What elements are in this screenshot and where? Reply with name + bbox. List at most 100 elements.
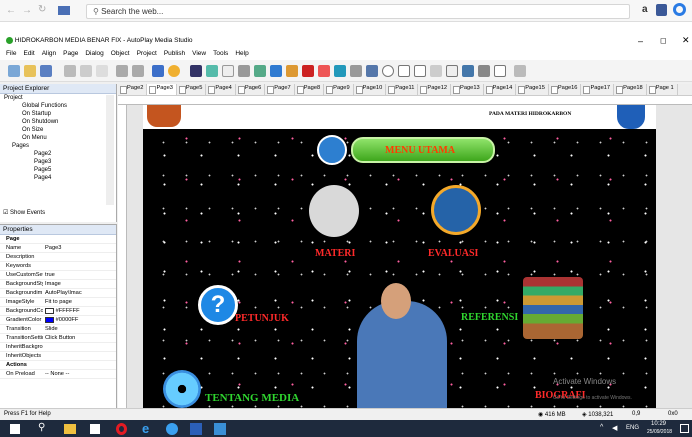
pen-icon[interactable] [514, 65, 526, 77]
prop-value[interactable] [43, 343, 116, 351]
prop-row[interactable]: ImageStyle Fit to page [0, 298, 116, 307]
video-icon[interactable] [286, 65, 298, 77]
tab-page7[interactable]: Page7 [265, 84, 295, 95]
facebook-icon[interactable] [656, 4, 667, 16]
tree-item-on-shutdown[interactable]: On Shutdown [4, 118, 116, 126]
new-icon[interactable] [8, 65, 20, 77]
tab-page4[interactable]: Page4 [206, 84, 236, 95]
menu-dialog[interactable]: Dialog [85, 50, 103, 57]
paragraph-icon[interactable] [238, 65, 250, 77]
grid-icon[interactable] [446, 65, 458, 77]
cut-icon[interactable] [64, 65, 76, 77]
tree-icon[interactable] [430, 65, 442, 77]
prop-value[interactable]: true [43, 271, 116, 279]
checkbox-icon[interactable] [366, 65, 378, 77]
clock-date[interactable]: 25/09/2018 [647, 429, 672, 435]
referensi-label[interactable]: REFERENSI [461, 312, 518, 323]
tree-item-on-size[interactable]: On Size [4, 126, 116, 134]
tab-page11[interactable]: Page11 [386, 84, 419, 95]
tab-page5[interactable]: Page5 [177, 84, 207, 95]
tree-item-project[interactable]: Project [4, 94, 116, 102]
word-icon[interactable] [190, 423, 202, 435]
tab-page14[interactable]: Page14 [484, 84, 517, 95]
store-icon[interactable] [90, 424, 100, 434]
prop-row[interactable]: Backgroundim AutoPlay\Imac [0, 289, 116, 298]
tab-page18[interactable]: Page18 [614, 84, 647, 95]
explorer-scrollbar[interactable] [106, 95, 114, 205]
prop-row[interactable]: BackgroundStyl Image [0, 280, 116, 289]
clock-time[interactable]: 10:29 [651, 421, 666, 427]
pdf-icon[interactable] [302, 65, 314, 77]
opera-icon[interactable] [673, 3, 686, 16]
menu-utama-button[interactable]: MENU UTAMA [351, 137, 495, 163]
menu-edit[interactable]: Edit [23, 50, 34, 57]
rect-icon[interactable] [494, 65, 506, 77]
home-icon[interactable] [317, 135, 347, 165]
tab-page9[interactable]: Page9 [324, 84, 354, 95]
radio-icon[interactable] [382, 65, 394, 77]
maximize-button[interactable]: ◻ [660, 36, 667, 45]
tab-page16[interactable]: Page16 [549, 84, 582, 95]
language-indicator[interactable]: ENG [626, 425, 639, 431]
back-icon[interactable]: ← [6, 5, 16, 16]
preview-icon[interactable] [168, 65, 180, 77]
save-icon[interactable] [40, 65, 52, 77]
open-icon[interactable] [24, 65, 36, 77]
tree-item-pages[interactable]: Pages [4, 142, 116, 150]
tree-item-on-menu[interactable]: On Menu [4, 134, 116, 142]
tab-page1[interactable]: Page 1 [647, 84, 678, 95]
tree-item-global-functions[interactable]: Global Functions [4, 102, 116, 110]
evaluasi-label[interactable]: EVALUASI [428, 248, 478, 259]
tab-view-icon[interactable] [58, 6, 70, 15]
notification-icon[interactable] [680, 424, 689, 433]
prop-value[interactable]: AutoPlay\Imac [43, 289, 116, 297]
petunjuk-label[interactable]: PETUNJUK [235, 313, 289, 324]
menu-object[interactable]: Object [111, 50, 130, 57]
menu-help[interactable]: Help [235, 50, 248, 57]
forward-icon[interactable]: → [22, 5, 32, 16]
search-taskbar-icon[interactable]: ⚲ [38, 422, 45, 433]
volume-icon[interactable]: ◀ [612, 424, 617, 432]
tab-page2[interactable]: Page2 [118, 84, 148, 95]
tab-page13[interactable]: Page13 [451, 84, 484, 95]
prop-row[interactable]: UseCustomSett true [0, 271, 116, 280]
web-icon[interactable] [254, 65, 266, 77]
prop-row[interactable]: Name Page3 [0, 244, 116, 253]
tentang-media-label[interactable]: TENTANG MEDIA [205, 392, 299, 404]
undo-icon[interactable] [116, 65, 128, 77]
slideshow-icon[interactable] [478, 65, 490, 77]
prop-row[interactable]: Description [0, 253, 116, 262]
paste-icon[interactable] [96, 65, 108, 77]
prop-value[interactable]: Image [43, 280, 116, 288]
menu-file[interactable]: File [6, 50, 16, 57]
prop-value[interactable]: Page3 [43, 244, 116, 252]
autoplay-taskbar-icon[interactable] [214, 423, 226, 435]
prop-row[interactable]: BackgroundCol #FFFFFF [0, 307, 116, 316]
chrome-icon[interactable] [166, 423, 178, 435]
menu-project[interactable]: Project [137, 50, 157, 57]
prop-value[interactable]: Fit to page [43, 298, 116, 306]
prop-value[interactable]: Click Button [43, 334, 116, 342]
web-browser-icon[interactable] [334, 65, 346, 77]
refresh-icon[interactable]: ↻ [38, 4, 46, 15]
prop-row[interactable]: InheritObjects [0, 352, 116, 361]
prop-row[interactable]: TransitionSettin Click Button [0, 334, 116, 343]
prop-row[interactable]: GradientColor #0000FF [0, 316, 116, 325]
edge-icon[interactable]: e [142, 421, 149, 436]
user-icon[interactable]: a [642, 4, 648, 15]
image-icon[interactable] [206, 65, 218, 77]
close-button[interactable]: ✕ [682, 35, 690, 46]
prop-value[interactable] [43, 262, 116, 270]
tab-page10[interactable]: Page10 [354, 84, 387, 95]
tree-item-page5[interactable]: Page5 [4, 166, 116, 174]
prop-row[interactable]: Transition Slide [0, 325, 116, 334]
text-icon[interactable] [222, 65, 234, 77]
materi-label[interactable]: MATERI [315, 248, 355, 259]
menu-tools[interactable]: Tools [213, 50, 228, 57]
opera-taskbar-icon[interactable] [116, 423, 127, 435]
prop-row[interactable]: On Preload -- None -- [0, 370, 116, 379]
tree-item-page2[interactable]: Page2 [4, 150, 116, 158]
windows-start-icon[interactable] [10, 424, 20, 434]
books-icon[interactable] [523, 277, 583, 339]
flash-icon[interactable] [270, 65, 282, 77]
